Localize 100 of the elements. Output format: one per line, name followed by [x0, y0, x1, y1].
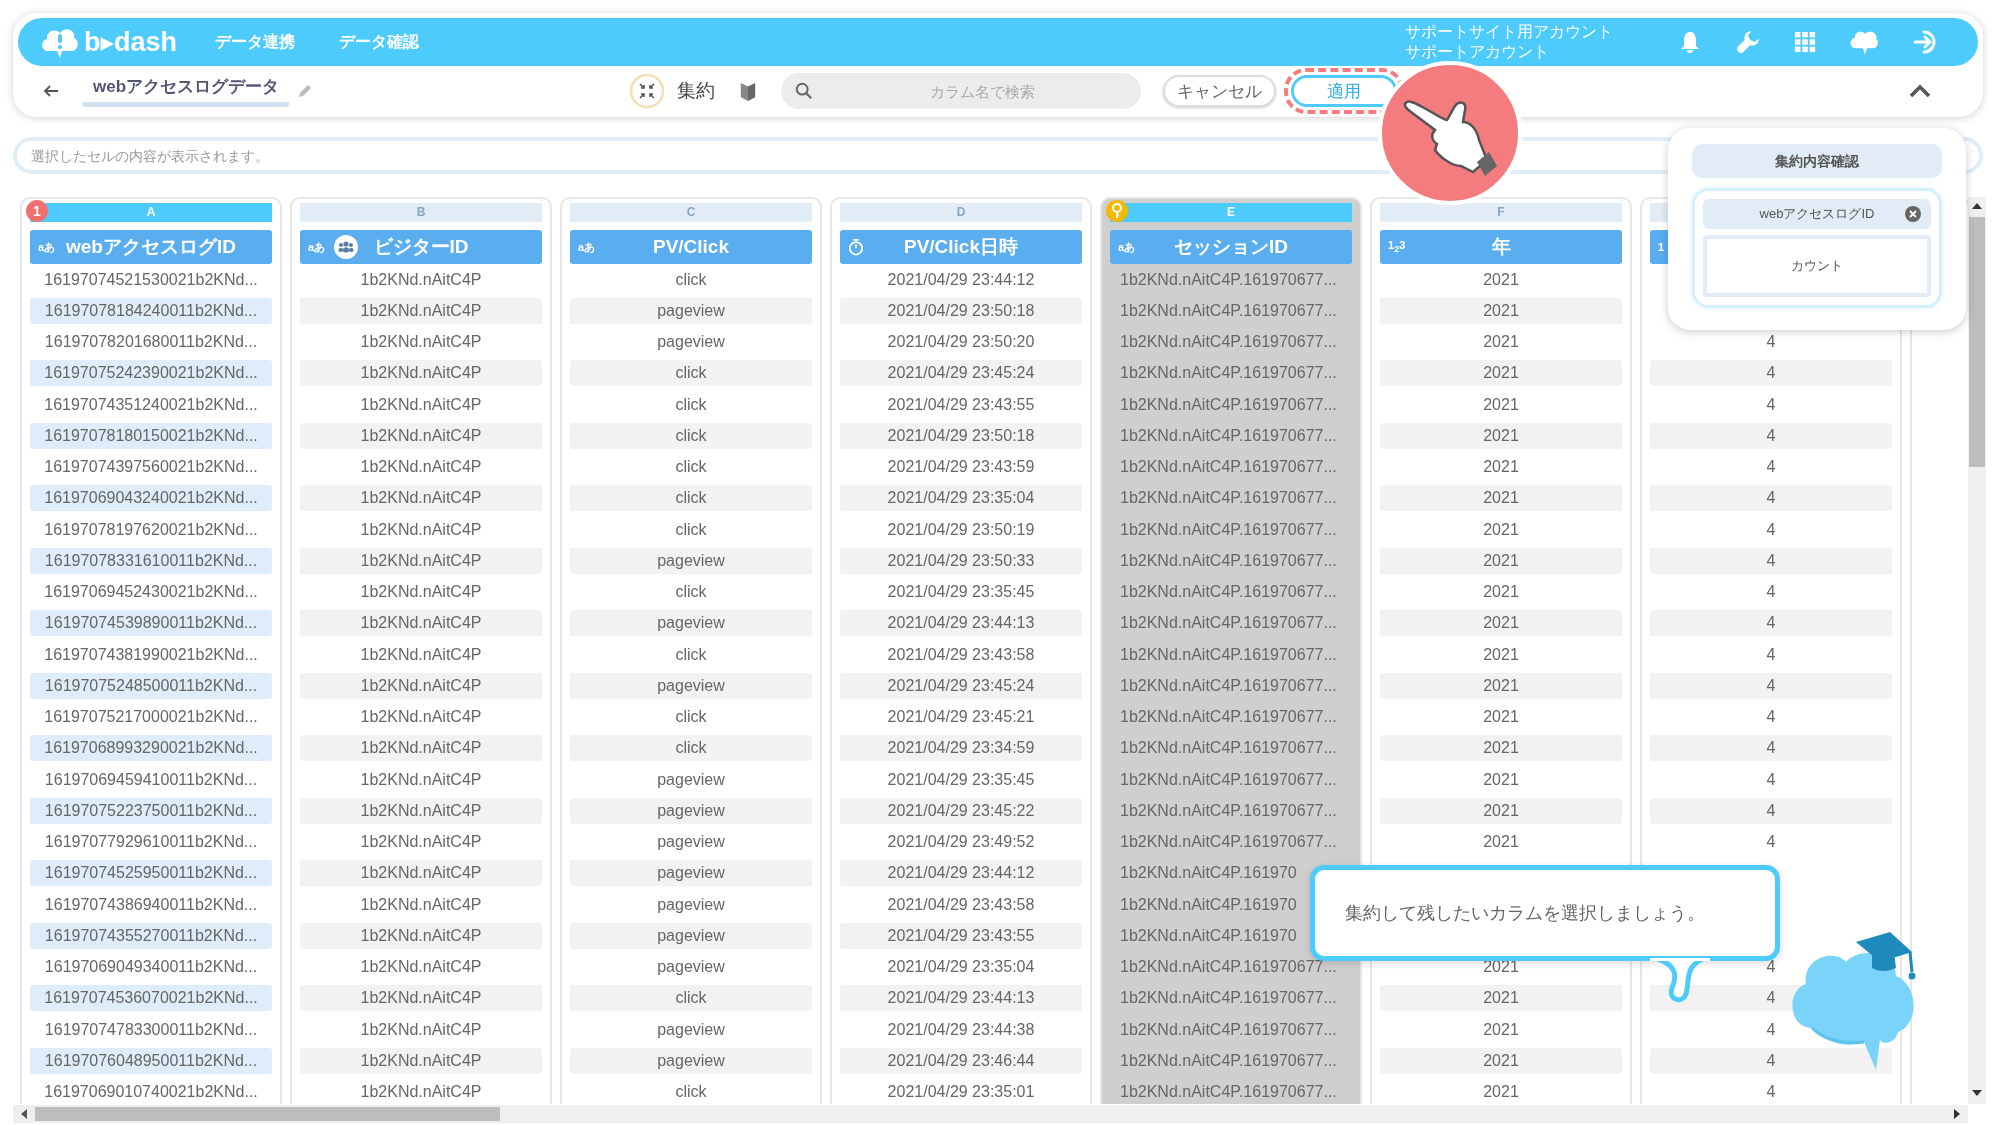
table-cell[interactable]: 2021 [1380, 985, 1622, 1012]
table-cell[interactable]: 1b2KNd.nAitC4P.161970677... [1110, 547, 1352, 574]
table-cell[interactable]: 2021/04/29 23:34:59 [840, 735, 1082, 762]
table-cell[interactable]: 2021 [1380, 641, 1622, 668]
table-cell[interactable]: 1b2KNd.nAitC4P.161970677... [1110, 360, 1352, 387]
table-cell[interactable]: 2021 [1380, 516, 1622, 543]
table-cell[interactable]: 4 [1650, 547, 1892, 574]
table-cell[interactable]: 1b2KNd.nAitC4P.161970677... [1110, 954, 1352, 981]
table-cell[interactable]: 4 [1650, 610, 1892, 637]
table-cell[interactable]: 1b2KNd.nAitC4P [300, 860, 542, 887]
table-cell[interactable]: 1b2KNd.nAitC4P.161970677... [1110, 579, 1352, 606]
table-cell[interactable]: 16197074521530021b2KNd... [30, 266, 272, 293]
table-cell[interactable]: 1b2KNd.nAitC4P [300, 579, 542, 606]
table-cell[interactable]: 2021 [1380, 547, 1622, 574]
table-cell[interactable]: pageview [570, 860, 812, 887]
dataset-title[interactable]: webアクセスログデータ [83, 75, 290, 107]
table-cell[interactable]: pageview [570, 766, 812, 793]
table-cell[interactable]: 1b2KNd.nAitC4P.161970677... [1110, 797, 1352, 824]
table-cell[interactable]: 1b2KNd.nAitC4P.161970677... [1110, 422, 1352, 449]
table-cell[interactable]: 4 [1650, 391, 1892, 418]
table-cell[interactable]: click [570, 579, 812, 606]
table-cell[interactable]: 16197074355270011b2KNd... [30, 922, 272, 949]
table-cell[interactable]: 1b2KNd.nAitC4P [300, 891, 542, 918]
table-cell[interactable]: 16197074386940011b2KNd... [30, 891, 272, 918]
table-cell[interactable]: 1b2KNd.nAitC4P.161970677... [1110, 329, 1352, 356]
table-cell[interactable]: 1b2KNd.nAitC4P.161970677... [1110, 454, 1352, 481]
table-cell[interactable]: pageview [570, 547, 812, 574]
table-cell[interactable]: 2021 [1380, 360, 1622, 387]
table-cell[interactable]: 2021/04/29 23:45:24 [840, 672, 1082, 699]
table-cell[interactable]: 16197069459410011b2KNd... [30, 766, 272, 793]
table-cell[interactable]: 1b2KNd.nAitC4P [300, 672, 542, 699]
table-cell[interactable]: 1b2KNd.nAitC4P [300, 454, 542, 481]
table-cell[interactable]: 1b2KNd.nAitC4P [300, 610, 542, 637]
table-cell[interactable]: click [570, 985, 812, 1012]
table-cell[interactable]: 16197074536070021b2KNd... [30, 985, 272, 1012]
table-cell[interactable]: 4 [1650, 1047, 1892, 1074]
table-cell[interactable]: click [570, 485, 812, 512]
table-cell[interactable]: 2021 [1380, 579, 1622, 606]
table-cell[interactable]: 1b2KNd.nAitC4P.161970677... [1110, 766, 1352, 793]
table-cell[interactable]: 1b2KNd.nAitC4P [300, 954, 542, 981]
table-cell[interactable]: 4 [1650, 516, 1892, 543]
table-cell[interactable]: 1b2KNd.nAitC4P.161970677... [1110, 297, 1352, 324]
table-cell[interactable]: 2021/04/29 23:35:01 [840, 1079, 1082, 1104]
table-cell[interactable]: pageview [570, 891, 812, 918]
table-cell[interactable]: 4 [1650, 360, 1892, 387]
table-cell[interactable]: pageview [570, 797, 812, 824]
table-cell[interactable]: 16197078331610011b2KNd... [30, 547, 272, 574]
table-cell[interactable]: 1b2KNd.nAitC4P [300, 641, 542, 668]
group-key-chip[interactable]: webアクセスログID [1703, 199, 1931, 229]
table-cell[interactable]: 1b2KNd.nAitC4P [300, 329, 542, 356]
cancel-button[interactable]: キャンセル [1163, 75, 1277, 107]
table-cell[interactable]: 16197075223750011b2KNd... [30, 797, 272, 824]
table-cell[interactable]: pageview [570, 610, 812, 637]
table-cell[interactable]: pageview [570, 1016, 812, 1043]
table-cell[interactable]: 2021/04/29 23:44:38 [840, 1016, 1082, 1043]
table-cell[interactable]: click [570, 454, 812, 481]
table-cell[interactable]: click [570, 391, 812, 418]
table-cell[interactable]: 16197069049340011b2KNd... [30, 954, 272, 981]
table-cell[interactable]: click [570, 641, 812, 668]
table-cell[interactable]: 4 [1650, 485, 1892, 512]
table-cell[interactable]: pageview [570, 922, 812, 949]
table-cell[interactable]: 2021/04/29 23:35:04 [840, 954, 1082, 981]
table-cell[interactable]: 2021 [1380, 672, 1622, 699]
table-cell[interactable]: 2021 [1380, 1016, 1622, 1043]
table-cell[interactable]: 1b2KNd.nAitC4P [300, 1016, 542, 1043]
table-cell[interactable]: 2021/04/29 23:50:20 [840, 329, 1082, 356]
table-cell[interactable]: 2021 [1380, 735, 1622, 762]
table-cell[interactable]: 2021 [1380, 422, 1622, 449]
table-cell[interactable]: 1b2KNd.nAitC4P.161970677... [1110, 1047, 1352, 1074]
table-cell[interactable]: 2021/04/29 23:50:33 [840, 547, 1082, 574]
table-cell[interactable]: 2021/04/29 23:43:55 [840, 391, 1082, 418]
table-cell[interactable]: 16197076048950011b2KNd... [30, 1047, 272, 1074]
table-cell[interactable]: pageview [570, 829, 812, 856]
table-cell[interactable]: 16197068993290021b2KNd... [30, 735, 272, 762]
table-cell[interactable]: 16197069010740021b2KNd... [30, 1079, 272, 1104]
table-cell[interactable]: 2021 [1380, 329, 1622, 356]
table-cell[interactable]: 1b2KNd.nAitC4P [300, 297, 542, 324]
table-cell[interactable]: 1b2KNd.nAitC4P.161970677... [1110, 391, 1352, 418]
table-cell[interactable]: 16197074539890011b2KNd... [30, 610, 272, 637]
table-cell[interactable]: 1b2KNd.nAitC4P.161970677... [1110, 485, 1352, 512]
table-cell[interactable]: 4 [1650, 579, 1892, 606]
table-cell[interactable]: 1b2KNd.nAitC4P [300, 360, 542, 387]
table-cell[interactable]: 1b2KNd.nAitC4P.161970677... [1110, 704, 1352, 731]
table-cell[interactable]: 2021 [1380, 1047, 1622, 1074]
table-cell[interactable]: 1b2KNd.nAitC4P [300, 1079, 542, 1104]
table-cell[interactable]: 2021 [1380, 704, 1622, 731]
table-cell[interactable]: 4 [1650, 422, 1892, 449]
table-cell[interactable]: 1b2KNd.nAitC4P [300, 735, 542, 762]
table-cell[interactable]: 1b2KNd.nAitC4P.161970677... [1110, 641, 1352, 668]
table-cell[interactable]: 16197075248500011b2KNd... [30, 672, 272, 699]
table-cell[interactable]: 4 [1650, 797, 1892, 824]
table-cell[interactable]: 2021/04/29 23:44:13 [840, 985, 1082, 1012]
table-cell[interactable]: 4 [1650, 704, 1892, 731]
table-cell[interactable]: 4 [1650, 454, 1892, 481]
table-cell[interactable]: 2021/04/29 23:50:18 [840, 422, 1082, 449]
table-cell[interactable]: 16197074381990021b2KNd... [30, 641, 272, 668]
table-cell[interactable]: 16197074397560021b2KNd... [30, 454, 272, 481]
table-cell[interactable]: click [570, 704, 812, 731]
table-cell[interactable]: 1b2KNd.nAitC4P [300, 704, 542, 731]
table-cell[interactable]: 1b2KNd.nAitC4P.161970677... [1110, 735, 1352, 762]
